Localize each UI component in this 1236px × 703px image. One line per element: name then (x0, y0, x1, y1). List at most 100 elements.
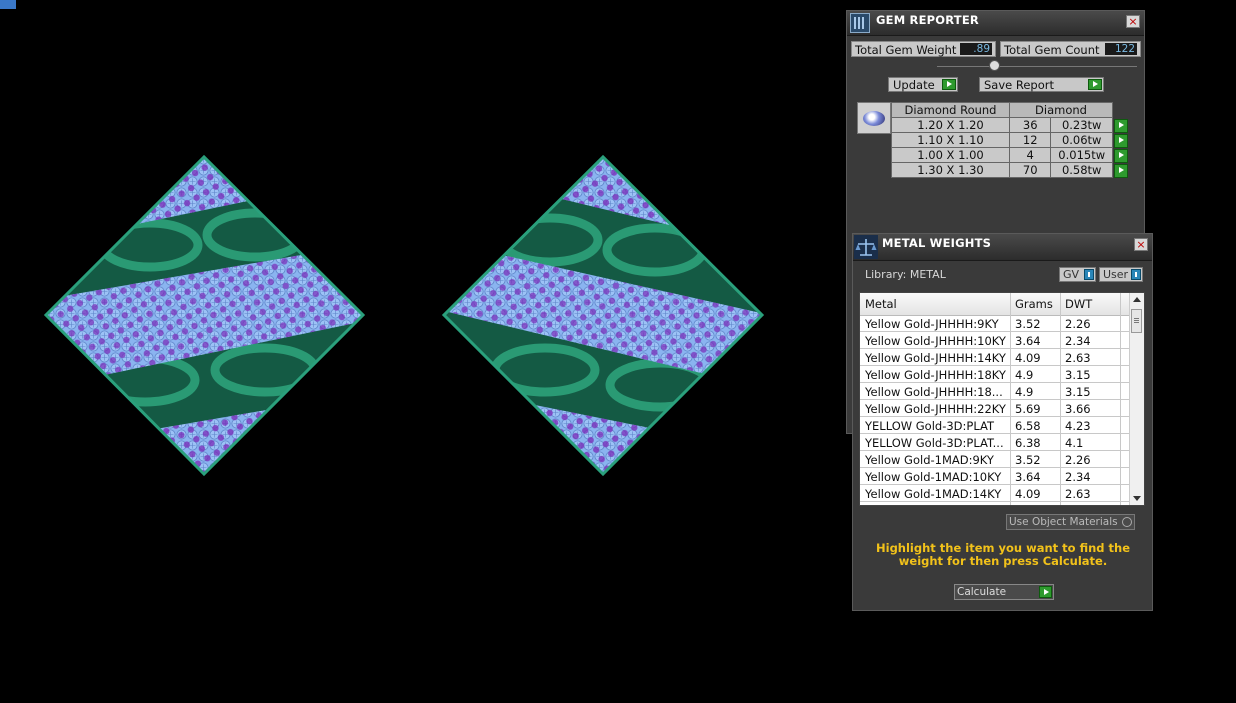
model-viewport[interactable] (0, 0, 845, 703)
metal-name: Yellow Gold-JHHHH:18KY (865, 368, 1006, 382)
diamond-round-icon[interactable] (857, 102, 891, 134)
scroll-down-arrow-icon[interactable] (1133, 496, 1141, 501)
total-gem-weight-label: Total Gem Weight (855, 43, 957, 57)
metal-name: Yellow Gold-1MAD:14KY (865, 487, 1002, 501)
close-icon[interactable]: × (1126, 15, 1140, 28)
earring-right (444, 157, 762, 474)
gem-count: 70 (1008, 162, 1052, 178)
gv-toggle[interactable]: GV (1059, 267, 1096, 282)
metal-row[interactable]: Yellow Gold-JHHHH:18... 4.9 3.15 (860, 383, 1132, 400)
metal-row[interactable]: Yellow Gold-JHHHH:14KY 4.09 2.63 (860, 349, 1132, 366)
metal-grams: 3.64 (1015, 470, 1041, 484)
gem-size: 1.20 X 1.20 (891, 117, 1010, 133)
metal-list-scrollbar[interactable] (1129, 293, 1144, 505)
metal-dwt: 2.63 (1065, 487, 1091, 501)
library-label: Library: METAL (865, 268, 946, 281)
play-icon (1088, 79, 1102, 90)
metal-grams: 3.64 (1015, 334, 1041, 348)
gem-size: 1.30 X 1.30 (891, 162, 1010, 178)
column-header-dwt[interactable]: DWT (1065, 297, 1092, 311)
column-header-grams[interactable]: Grams (1015, 297, 1053, 311)
radio-icon (1122, 517, 1132, 527)
metal-dwt: 2.26 (1065, 317, 1091, 331)
play-icon[interactable] (1114, 148, 1128, 163)
gem-count: 12 (1008, 132, 1052, 148)
metal-name: Yellow Gold-JHHHH:22KY (865, 402, 1006, 416)
play-icon[interactable] (1114, 133, 1128, 148)
metal-dwt: 3.15 (1065, 368, 1091, 382)
metal-row[interactable]: Yellow Gold-1MAD:10KY 3.64 2.34 (860, 468, 1132, 485)
play-icon[interactable] (1114, 118, 1128, 133)
total-gem-weight-value: .89 (960, 43, 992, 55)
save-report-button[interactable]: Save Report (979, 77, 1104, 92)
close-icon[interactable]: × (1134, 238, 1148, 251)
play-icon[interactable] (1114, 163, 1128, 178)
metal-row[interactable]: YELLOW Gold-3D:PLAT 6.58 4.23 (860, 417, 1132, 434)
calculate-button[interactable]: Calculate (954, 584, 1054, 600)
metal-row[interactable]: YELLOW Gold-3D:PLAT... 6.38 4.1 (860, 434, 1132, 451)
total-gem-weight-field: Total Gem Weight .89 (851, 41, 996, 57)
gem-reporter-titlebar[interactable]: GEM REPORTER × (847, 11, 1144, 36)
metal-name: YELLOW Gold-3D:PLAT (865, 419, 995, 433)
metal-dwt: 4.23 (1065, 419, 1091, 433)
update-button[interactable]: Update (888, 77, 958, 92)
metal-weights-titlebar[interactable]: METAL WEIGHTS × (853, 234, 1152, 261)
metal-dwt: 3.15 (1065, 385, 1091, 399)
metal-grams: 4.9 (1015, 385, 1034, 399)
total-gem-count-label: Total Gem Count (1004, 43, 1100, 57)
gem-shape-header: Diamond Round (891, 102, 1010, 118)
metal-grams: 6.58 (1015, 419, 1041, 433)
metal-dwt: 2.63 (1065, 351, 1091, 365)
metal-grams: 5.69 (1015, 402, 1041, 416)
divider-slider-track (937, 66, 1137, 67)
metal-dwt: 2.26 (1065, 453, 1091, 467)
gem-size: 1.10 X 1.10 (891, 132, 1010, 148)
metal-dwt: 4.1 (1065, 436, 1084, 450)
metal-name: Yellow Gold-JHHHH:10KY (865, 334, 1006, 348)
metal-row[interactable]: Yellow Gold-1MAD:14KY 4.09 2.63 (860, 485, 1132, 502)
scrollbar-thumb[interactable] (1131, 309, 1142, 333)
gem-weight: 0.23tw (1050, 117, 1113, 133)
user-toggle[interactable]: User (1099, 267, 1143, 282)
metal-row[interactable]: Yellow Gold-JHHHH:10KY 3.64 2.34 (860, 332, 1132, 349)
play-icon (1039, 586, 1052, 598)
gem-count: 4 (1008, 147, 1052, 163)
gem-size: 1.00 X 1.00 (891, 147, 1010, 163)
gem-row[interactable]: 1.30 X 1.30 70 0.58tw (891, 162, 1130, 178)
metal-name: YELLOW Gold-3D:PLAT... (865, 436, 1004, 450)
gem-table: Diamond Round Diamond 1.20 X 1.20 36 0.2… (891, 102, 1130, 178)
gem-reporter-app-icon (850, 13, 870, 33)
gem-weight: 0.015tw (1050, 147, 1113, 163)
gem-count: 36 (1008, 117, 1052, 133)
scroll-up-arrow-icon[interactable] (1133, 297, 1141, 302)
gem-row[interactable]: 1.00 X 1.00 4 0.015tw (891, 147, 1130, 163)
metal-grams: 4.9 (1015, 368, 1034, 382)
metal-row[interactable]: Yellow Gold-JHHHH:22KY 5.69 3.66 (860, 400, 1132, 417)
gem-weight: 0.06tw (1050, 132, 1113, 148)
metal-name: Yellow Gold-JHHHH:18... (865, 385, 1003, 399)
metal-grams: 4.09 (1015, 487, 1041, 501)
play-icon (942, 79, 956, 90)
divider-slider-knob[interactable] (989, 60, 1000, 71)
metal-list[interactable]: Metal Grams DWT Yellow Gold-JHHHH:9KY 3.5… (859, 292, 1145, 506)
metal-dwt: 2.34 (1065, 334, 1091, 348)
metal-weights-title: METAL WEIGHTS (882, 236, 992, 250)
metal-name: Yellow Gold-JHHHH:14KY (865, 351, 1006, 365)
metal-grams: 6.38 (1015, 436, 1041, 450)
metal-name: Yellow Gold-1MAD:9KY (865, 453, 994, 467)
metal-row[interactable]: Yellow Gold-1MAD:9KY 3.52 2.26 (860, 451, 1132, 468)
metal-row[interactable]: Yellow Gold-JHHHH:18KY 4.9 3.15 (860, 366, 1132, 383)
user-label: User (1103, 268, 1129, 281)
metal-grams: 3.52 (1015, 453, 1041, 467)
column-header-metal[interactable]: Metal (865, 297, 897, 311)
balance-scale-icon (854, 235, 878, 259)
gem-row[interactable]: 1.20 X 1.20 36 0.23tw (891, 117, 1130, 133)
gem-row[interactable]: 1.10 X 1.10 12 0.06tw (891, 132, 1130, 148)
earring-left (46, 157, 363, 474)
calculate-button-label: Calculate (957, 586, 1007, 598)
metal-row[interactable]: Yellow Gold-JHHHH:9KY 3.52 2.26 (860, 315, 1132, 332)
gem-reporter-title: GEM REPORTER (876, 13, 979, 27)
use-object-materials-toggle[interactable]: Use Object Materials (1006, 514, 1135, 530)
metal-weights-panel: METAL WEIGHTS × Library: METAL GV User M… (852, 233, 1153, 611)
gv-label: GV (1063, 268, 1080, 281)
